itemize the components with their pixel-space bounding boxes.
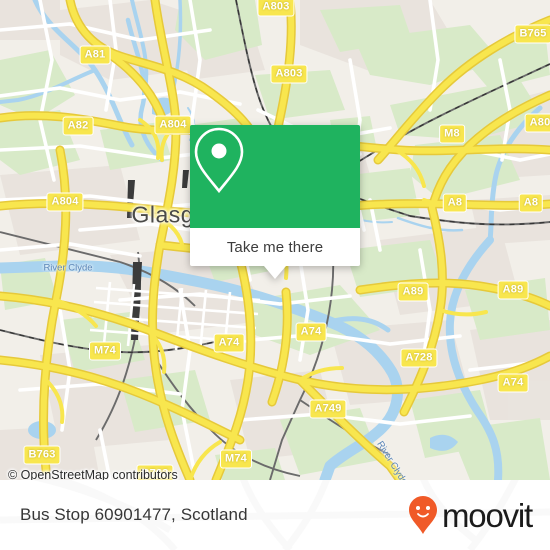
road-shield-a749[interactable]: A749 [309, 399, 347, 419]
road-shield-a803[interactable]: A803 [270, 64, 308, 84]
map-attribution[interactable]: © OpenStreetMap contributors [8, 468, 178, 480]
map-canvas[interactable]: Glasgow River Clyde River Clyde A803 B76… [0, 0, 550, 480]
map-pin-icon [194, 127, 244, 194]
road-shield-a728[interactable]: A728 [400, 348, 438, 368]
road-shield-a8-west[interactable]: A8 [442, 193, 468, 213]
road-shield-m74-north[interactable]: M74 [89, 341, 121, 361]
footer-bar: Bus Stop 60901477, Scotland moovit [0, 480, 550, 550]
road-shield-a74-west[interactable]: A74 [213, 333, 245, 353]
water-label-river-clyde: River Clyde [43, 262, 93, 274]
moovit-pin-smiley-icon [409, 496, 437, 534]
road-shield-a82[interactable]: A82 [62, 116, 94, 136]
road-shield-a74-east[interactable]: A74 [497, 373, 529, 393]
road-shield-b763[interactable]: B763 [23, 445, 61, 465]
road-shield-a89-east[interactable]: A89 [497, 280, 529, 300]
road-shield-m74-south[interactable]: M74 [220, 449, 252, 469]
road-shield-b765[interactable]: B765 [514, 24, 550, 44]
road-shield-a74-mid[interactable]: A74 [295, 322, 327, 342]
road-shield-a8-east[interactable]: A8 [518, 193, 544, 213]
popup-header [190, 125, 360, 228]
road-shield-a81[interactable]: A81 [79, 45, 111, 65]
road-shield-a803-north[interactable]: A803 [257, 0, 295, 17]
moovit-logo[interactable]: moovit [408, 495, 533, 535]
page-title: Bus Stop 60901477, Scotland [20, 505, 248, 524]
road-shield-a804-north[interactable]: A804 [154, 115, 192, 135]
popup-footer[interactable]: Take me there [190, 228, 360, 279]
road-shield-m8[interactable]: M8 [439, 124, 465, 144]
screenshot-root: Glasgow River Clyde River Clyde A803 B76… [0, 0, 550, 550]
map-popup-callout[interactable]: Take me there [190, 125, 360, 279]
road-shield-a804[interactable]: A804 [46, 192, 84, 212]
moovit-wordmark: moovit [442, 496, 533, 534]
take-me-there-label: Take me there [226, 238, 324, 256]
footer-content: Bus Stop 60901477, Scotland moovit [0, 480, 550, 550]
road-shield-a80[interactable]: A80 [524, 113, 550, 133]
road-shield-a89-west[interactable]: A89 [397, 282, 429, 302]
popup-tail-pointer [264, 266, 286, 279]
